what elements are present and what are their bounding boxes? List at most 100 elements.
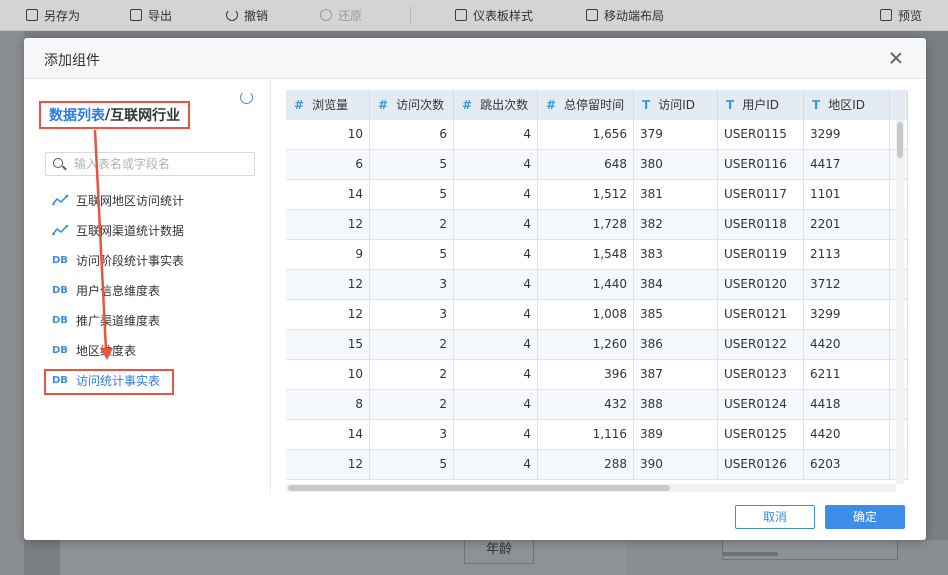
horizontal-scrollbar[interactable] [286, 484, 896, 492]
column-header[interactable]: T 用户ID [718, 90, 804, 120]
undo-label: 撤销 [244, 8, 269, 23]
grid-header-row: # 浏览量 # 访问次数 # 跳出次数 # 总停留时间 T 访问ID T 用户ID T 地区ID [286, 90, 908, 120]
column-header[interactable]: T 访问ID [634, 90, 718, 120]
tree-item-internet-region-stats[interactable]: 互联网地区访问统计 [52, 189, 184, 211]
dashboard-style-label: 仪表板样式 [473, 8, 534, 23]
background-canvas [60, 540, 626, 575]
add-component-dialog: 添加组件 数据列表/互联网行业 互联网地区访问统计 互联网渠道统计数据 DB 访… [24, 38, 926, 540]
text-field-icon: T [812, 98, 821, 112]
tree-item-promo-channel-dim[interactable]: DB 推广渠道维度表 [52, 309, 160, 331]
table-cell: 388 [634, 390, 718, 420]
export-icon [130, 9, 142, 21]
breadcrumb-link-data-list[interactable]: 数据列表 [49, 105, 105, 125]
table-row: 8 2 4 432 388 USER0124 4418 [286, 390, 908, 420]
table-cell: 379 [634, 120, 718, 150]
dashboard-style-button[interactable]: 仪表板样式 [455, 7, 533, 23]
table-cell: 4 [454, 390, 538, 420]
palette-icon [455, 9, 467, 21]
table-cell: 2113 [804, 240, 890, 270]
table-cell: 380 [634, 150, 718, 180]
table-cell: 383 [634, 240, 718, 270]
toolbar-divider [410, 6, 411, 24]
background-right-scrollbar [722, 552, 778, 556]
table-cell: 4 [454, 270, 538, 300]
vertical-scrollbar-thumb[interactable] [897, 122, 903, 158]
table-cell: 14 [286, 420, 370, 450]
table-cell: USER0118 [718, 210, 804, 240]
table-row: 12 3 4 1,440 384 USER0120 3712 [286, 270, 908, 300]
column-header-label: 浏览量 [312, 98, 349, 112]
table-row: 14 3 4 1,116 389 USER0125 4420 [286, 420, 908, 450]
column-header[interactable]: # 跳出次数 [454, 90, 538, 120]
column-header-label: 跳出次数 [480, 98, 529, 112]
horizontal-scrollbar-thumb[interactable] [288, 485, 670, 491]
table-row: 12 3 4 1,008 385 USER0121 3299 [286, 300, 908, 330]
export-button[interactable]: 导出 [130, 7, 172, 23]
undo-button[interactable]: 撤销 [226, 7, 268, 23]
table-cell: 4 [454, 450, 538, 480]
table-cell: 648 [538, 150, 634, 180]
table-cell: USER0122 [718, 330, 804, 360]
ok-button[interactable]: 确定 [825, 505, 905, 529]
tree-item-label: 用户信息维度表 [76, 283, 161, 298]
table-cell: 390 [634, 450, 718, 480]
table-cell: 1,008 [538, 300, 634, 330]
table-cell: 4418 [804, 390, 890, 420]
table-cell: 1,116 [538, 420, 634, 450]
table-cell: 5 [370, 150, 454, 180]
table-cell: 4 [454, 360, 538, 390]
column-header[interactable]: # 浏览量 [286, 90, 370, 120]
table-cell: 381 [634, 180, 718, 210]
table-cell: USER0120 [718, 270, 804, 300]
column-header[interactable]: # 总停留时间 [538, 90, 634, 120]
table-cell: 4417 [804, 150, 890, 180]
table-cell: 8 [286, 390, 370, 420]
table-row: 9 5 4 1,548 383 USER0119 2113 [286, 240, 908, 270]
refresh-icon[interactable] [240, 91, 253, 104]
table-cell: 2 [370, 360, 454, 390]
table-cell: 10 [286, 120, 370, 150]
tree-item-visit-stage-fact[interactable]: DB 访问阶段统计事实表 [52, 249, 184, 271]
number-field-icon: # [546, 98, 557, 112]
table-cell: 1,548 [538, 240, 634, 270]
background-field-tag: 年龄 [464, 536, 534, 564]
column-header[interactable]: # 访问次数 [370, 90, 454, 120]
tree-item-user-info-dim[interactable]: DB 用户信息维度表 [52, 279, 160, 301]
preview-button[interactable]: 预览 [880, 7, 922, 23]
background-side-panel [0, 31, 24, 575]
column-header-label: 总停留时间 [564, 98, 625, 112]
save-as-button[interactable]: 另存为 [26, 7, 80, 23]
save-icon [26, 9, 38, 21]
table-cell: 5 [370, 180, 454, 210]
table-cell: 3299 [804, 120, 890, 150]
search-input[interactable] [74, 155, 250, 173]
top-toolbar: 另存为 导出 撤销 还原 仪表板样式 移动端布局 预览 [0, 0, 948, 31]
table-cell: USER0115 [718, 120, 804, 150]
table-cell: USER0116 [718, 150, 804, 180]
table-cell: USER0125 [718, 420, 804, 450]
db-icon: DB [52, 344, 68, 356]
tree-item-label: 地区维度表 [76, 343, 137, 358]
table-cell: 1,440 [538, 270, 634, 300]
dialog-title: 添加组件 [44, 53, 100, 69]
close-icon[interactable] [888, 50, 904, 66]
tree-item-label: 互联网渠道统计数据 [76, 223, 185, 238]
table-cell: USER0119 [718, 240, 804, 270]
table-cell: 6 [286, 150, 370, 180]
table-row: 12 2 4 1,728 382 USER0118 2201 [286, 210, 908, 240]
table-cell: 6203 [804, 450, 890, 480]
cancel-button[interactable]: 取消 [735, 505, 815, 529]
column-header[interactable]: T 地区ID [804, 90, 890, 120]
vertical-scrollbar[interactable] [896, 120, 904, 484]
tree-item-internet-channel-stats[interactable]: 互联网渠道统计数据 [52, 219, 184, 241]
table-row: 10 6 4 1,656 379 USER0115 3299 [286, 120, 908, 150]
table-row: 15 2 4 1,260 386 USER0122 4420 [286, 330, 908, 360]
table-cell: USER0117 [718, 180, 804, 210]
table-cell: 5 [370, 450, 454, 480]
table-cell: 4 [454, 300, 538, 330]
table-cell: 4 [454, 330, 538, 360]
table-cell: 2 [370, 210, 454, 240]
tree-item-region-dim[interactable]: DB 地区维度表 [52, 339, 136, 361]
mobile-layout-button[interactable]: 移动端布局 [586, 7, 664, 23]
redo-button[interactable]: 还原 [320, 7, 362, 23]
